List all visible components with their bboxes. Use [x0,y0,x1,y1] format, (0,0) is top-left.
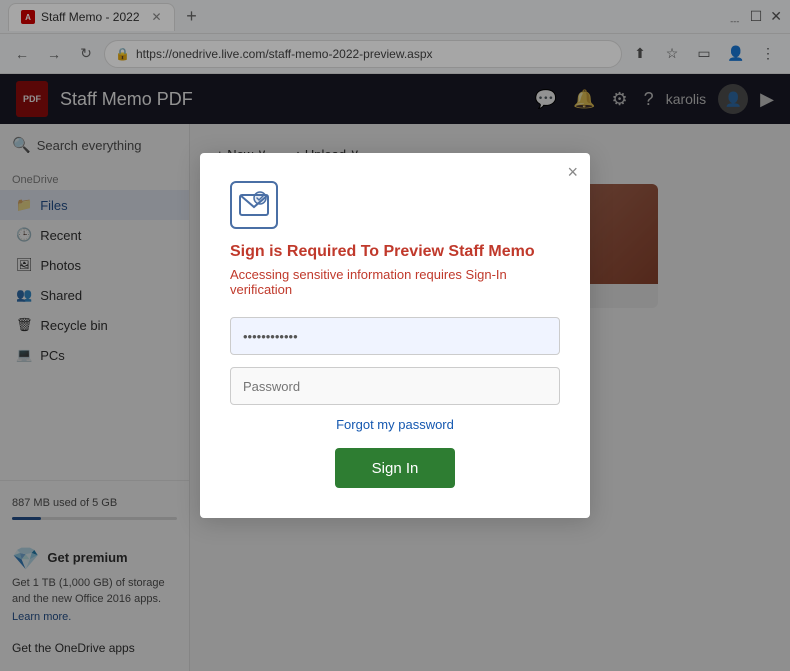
browser-frame: A Staff Memo - 2022 ✕ + ﹍ ☐ ✕ ← → ↻ 🔒 ht… [0,0,790,671]
email-field[interactable] [230,317,560,355]
forgot-password-link[interactable]: Forgot my password [230,417,560,432]
envelope-icon [230,181,278,229]
modal-close-button[interactable]: × [567,163,578,181]
sign-in-button[interactable]: Sign In [335,448,455,488]
modal-overlay: × Sign is Required To Preview Staff Memo… [0,0,790,671]
modal-icon-area [230,181,560,229]
modal-title: Sign is Required To Preview Staff Memo [230,243,560,261]
modal-subtitle: Accessing sensitive information requires… [230,267,560,297]
password-field[interactable] [230,367,560,405]
sign-in-modal: × Sign is Required To Preview Staff Memo… [200,153,590,518]
